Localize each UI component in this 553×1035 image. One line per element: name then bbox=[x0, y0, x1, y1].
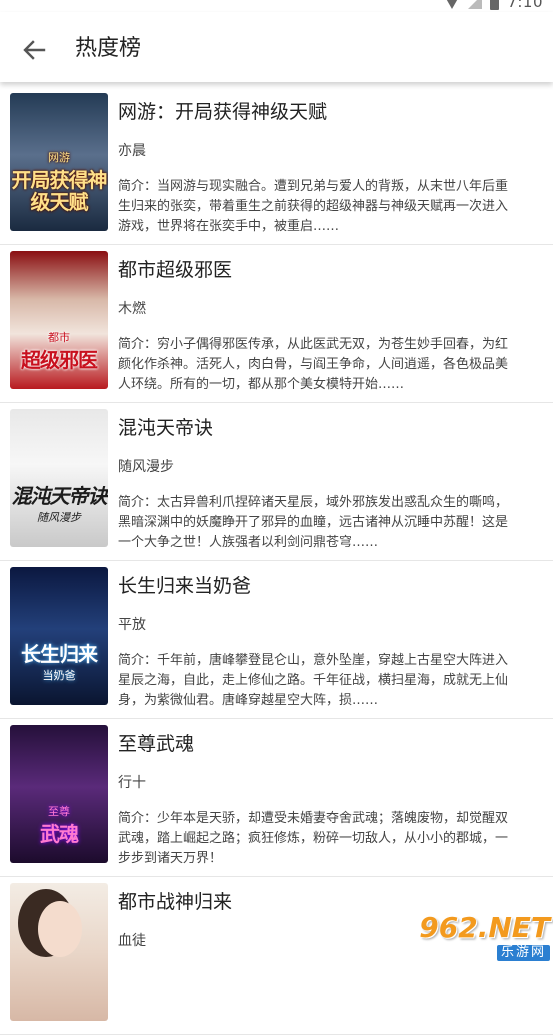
book-cover: 至尊 武魂 bbox=[10, 725, 108, 863]
book-author: 行十 bbox=[118, 775, 146, 791]
battery-icon bbox=[490, 0, 500, 10]
book-description: 简介：穷小子偶得邪医传承，从此医武无双，为苍生妙手回春，为红颜化作杀神。活死人，… bbox=[118, 337, 509, 392]
book-cover: 混沌天帝诀 随风漫步 bbox=[10, 409, 108, 547]
book-item[interactable]: 混沌天帝诀 随风漫步 混沌天帝诀 随风漫步 简介：太古异兽利爪捏碎诸天星辰，域外邪… bbox=[0, 403, 553, 561]
book-cover: 都市 超级邪医 bbox=[10, 251, 108, 389]
book-title: 都市战神归来 bbox=[118, 891, 233, 913]
app-bar: 热度榜 bbox=[0, 12, 553, 82]
book-description: 简介：当网游与现实融合。遭到兄弟与爱人的背叛，从末世八年后重生归来的张奕，带着重… bbox=[118, 179, 509, 234]
page-title: 热度榜 bbox=[75, 36, 142, 61]
cover-portrait bbox=[38, 901, 82, 957]
status-bar: 7:10 bbox=[0, 0, 553, 12]
watermark-logo: 962.NET bbox=[419, 911, 550, 944]
book-author: 平放 bbox=[118, 617, 146, 633]
book-title: 网游：开局获得神级天赋 bbox=[118, 101, 328, 123]
book-item[interactable]: 网游 开局获得神级天赋 网游：开局获得神级天赋 亦晨 简介：当网游与现实融合。遭到… bbox=[0, 87, 553, 245]
book-item[interactable]: 都市 超级邪医 都市超级邪医 木燃 简介：穷小子偶得邪医传承，从此医武无双，为苍生… bbox=[0, 245, 553, 403]
signal-icon bbox=[468, 0, 483, 9]
book-author: 木燃 bbox=[118, 301, 146, 317]
watermark-label: 乐游网 bbox=[496, 945, 550, 961]
book-cover bbox=[10, 883, 108, 1021]
wifi-icon bbox=[444, 0, 461, 9]
book-title: 都市超级邪医 bbox=[118, 259, 233, 281]
book-list: 网游 开局获得神级天赋 网游：开局获得神级天赋 亦晨 简介：当网游与现实融合。遭到… bbox=[0, 87, 553, 1035]
book-author: 随风漫步 bbox=[118, 459, 174, 475]
book-item[interactable]: 长生归来 当奶爸 长生归来当奶爸 平放 简介：千年前，唐峰攀登昆仑山，意外坠崖，穿… bbox=[0, 561, 553, 719]
book-title: 至尊武魂 bbox=[118, 733, 195, 755]
book-title: 长生归来当奶爸 bbox=[118, 575, 252, 597]
site-watermark: 962.NET 乐游网 bbox=[416, 913, 550, 965]
book-author: 血徒 bbox=[118, 933, 146, 949]
back-button[interactable] bbox=[18, 34, 50, 66]
arrow-back-icon bbox=[23, 40, 46, 60]
book-cover: 网游 开局获得神级天赋 bbox=[10, 93, 108, 231]
book-description: 简介：太古异兽利爪捏碎诸天星辰，域外邪族发出惑乱众生的嘶鸣，黑暗深渊中的妖魔睁开… bbox=[118, 495, 509, 550]
book-description: 简介：少年本是天骄，却遭受未婚妻夺舍武魂；落魄废物，却觉醒双武魂，踏上崛起之路；… bbox=[118, 811, 509, 866]
status-time: 7:10 bbox=[507, 0, 543, 11]
book-title: 混沌天帝诀 bbox=[118, 417, 214, 439]
book-item[interactable]: 至尊 武魂 至尊武魂 行十 简介：少年本是天骄，却遭受未婚妻夺舍武魂；落魄废物，却… bbox=[0, 719, 553, 877]
book-description: 简介：千年前，唐峰攀登昆仑山，意外坠崖，穿越上古星空大阵进入星辰之海，自此，走上… bbox=[118, 653, 509, 708]
book-author: 亦晨 bbox=[118, 143, 146, 159]
book-cover: 长生归来 当奶爸 bbox=[10, 567, 108, 705]
